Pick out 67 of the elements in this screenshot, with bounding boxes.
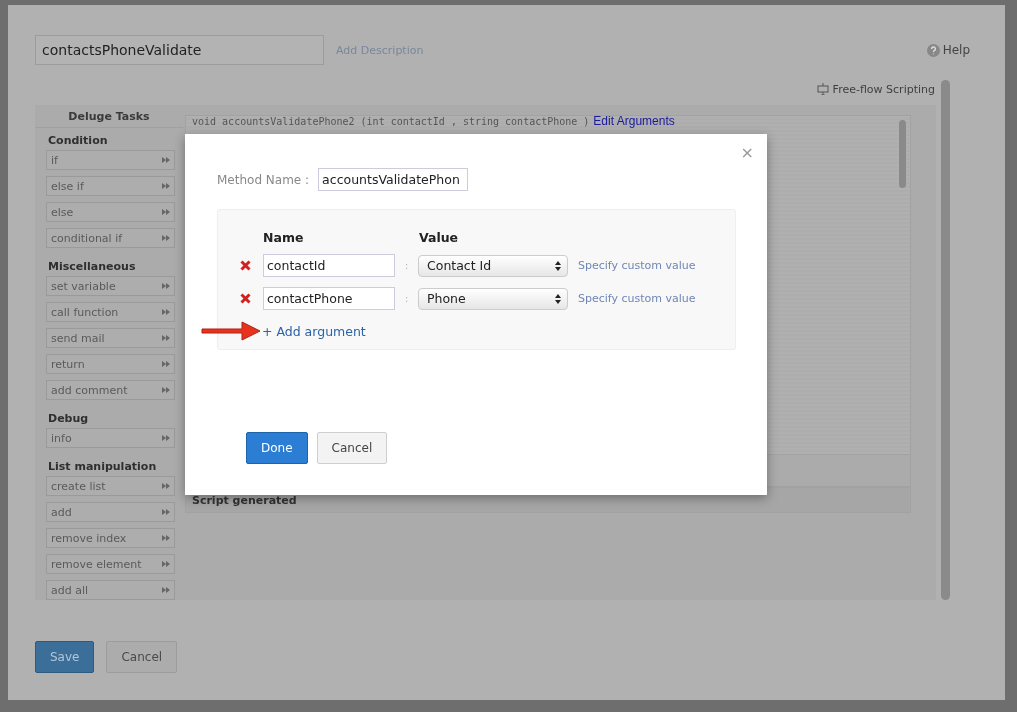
custom-value-link[interactable]: Specify custom value <box>578 259 696 272</box>
double-arrow-icon <box>162 387 170 393</box>
task-item[interactable]: else if <box>46 176 175 196</box>
colon-separator: : <box>403 259 410 272</box>
cancel-button[interactable]: Cancel <box>106 641 178 673</box>
free-flow-scripting-link[interactable]: Free-flow Scripting <box>832 82 935 96</box>
delete-icon[interactable] <box>240 260 251 271</box>
code-line: void accountsValidatePhone2 (int contactId , string contactPhone ) <box>192 116 590 129</box>
task-item[interactable]: conditional if <box>46 228 175 248</box>
task-item[interactable]: info <box>46 428 175 448</box>
argument-value-select[interactable]: Contact Id <box>418 254 568 277</box>
method-name-label: Method Name : <box>217 172 310 187</box>
task-group-title: Miscellaneous <box>48 260 137 273</box>
double-arrow-icon <box>162 483 170 489</box>
screen-icon <box>816 83 829 95</box>
double-arrow-icon <box>162 235 170 241</box>
double-arrow-icon <box>162 157 170 163</box>
task-item[interactable]: set variable <box>46 276 175 296</box>
task-group-title: Condition <box>48 134 109 147</box>
double-arrow-icon <box>162 509 170 515</box>
double-arrow-icon <box>162 335 170 341</box>
add-argument-link[interactable]: + Add argument <box>262 323 366 339</box>
task-item[interactable]: else <box>46 202 175 222</box>
close-button[interactable]: × <box>740 143 754 162</box>
arrow-icon <box>200 320 262 342</box>
task-item[interactable]: remove index <box>46 528 175 548</box>
task-item[interactable]: add all <box>46 580 175 600</box>
task-group-title: List manipulation <box>48 460 158 473</box>
double-arrow-icon <box>162 309 170 315</box>
double-arrow-icon <box>162 361 170 367</box>
argument-name-field[interactable]: contactPhone <box>263 287 395 310</box>
function-name-field[interactable]: contactsPhoneValidate <box>35 35 324 65</box>
updown-caret-icon <box>555 293 561 304</box>
save-button[interactable]: Save <box>35 641 95 673</box>
delete-icon[interactable] <box>240 293 251 304</box>
task-item[interactable]: call function <box>46 302 175 322</box>
cancel-button[interactable]: Cancel <box>316 432 388 464</box>
double-arrow-icon <box>162 435 170 441</box>
argument-value-select[interactable]: Phone <box>418 287 568 310</box>
double-arrow-icon <box>162 209 170 215</box>
double-arrow-icon <box>162 535 170 541</box>
task-group-title: Debug <box>48 412 90 425</box>
task-item[interactable]: return <box>46 354 175 374</box>
custom-value-link[interactable]: Specify custom value <box>578 292 696 305</box>
argument-name-field[interactable]: contactId <box>263 254 395 277</box>
colon-separator: : <box>403 292 410 305</box>
task-item[interactable]: if <box>46 150 175 170</box>
edit-arguments-link[interactable]: Edit Arguments <box>593 116 675 129</box>
double-arrow-icon <box>162 183 170 189</box>
task-item[interactable]: remove element <box>46 554 175 574</box>
updown-caret-icon <box>555 260 561 271</box>
double-arrow-icon <box>162 587 170 593</box>
help-link[interactable]: Help <box>942 43 970 57</box>
scrollbar[interactable] <box>941 80 950 600</box>
task-item[interactable]: add comment <box>46 380 175 400</box>
scrollbar[interactable] <box>899 120 906 188</box>
tasks-title: Deluge Tasks <box>35 105 183 128</box>
done-button[interactable]: Done <box>246 432 308 464</box>
method-name-field[interactable]: accountsValidatePhon <box>318 168 469 191</box>
column-header: Name <box>263 230 305 245</box>
column-header: Value <box>419 230 460 245</box>
double-arrow-icon <box>162 283 170 289</box>
help-icon[interactable] <box>926 43 940 57</box>
task-item[interactable]: create list <box>46 476 175 496</box>
task-item[interactable]: add <box>46 502 175 522</box>
task-item[interactable]: send mail <box>46 328 175 348</box>
double-arrow-icon <box>162 561 170 567</box>
